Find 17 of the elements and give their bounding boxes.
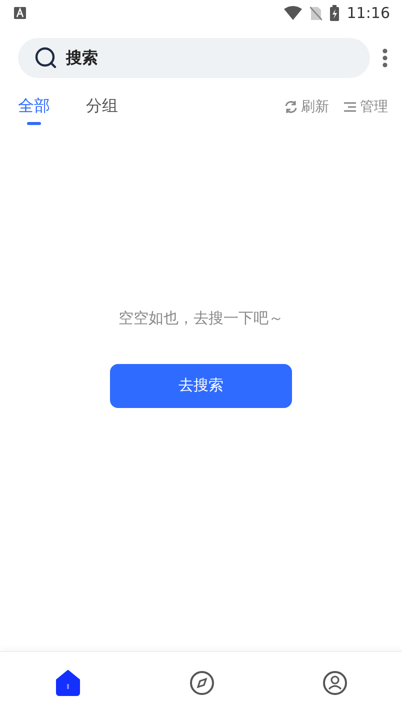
list-icon: [343, 100, 357, 112]
app-notification-icon: [14, 7, 26, 19]
refresh-icon: [284, 100, 298, 114]
manage-button[interactable]: 管理: [343, 98, 388, 124]
empty-message: 空空如也，去搜一下吧～: [118, 308, 284, 328]
tab[interactable]: 分组: [86, 96, 118, 125]
tab[interactable]: 全部: [18, 96, 50, 125]
refresh-button[interactable]: 刷新: [284, 98, 329, 124]
battery-icon: [330, 5, 339, 21]
status-time: 11:16: [346, 4, 390, 22]
search-placeholder: 搜索: [66, 48, 98, 68]
wifi-icon: [284, 6, 302, 20]
search-icon: [34, 46, 58, 70]
search-field[interactable]: 搜索: [18, 38, 370, 78]
more-icon[interactable]: [382, 48, 388, 68]
go-search-button[interactable]: 去搜索: [110, 364, 292, 408]
no-sim-icon: [310, 6, 322, 20]
